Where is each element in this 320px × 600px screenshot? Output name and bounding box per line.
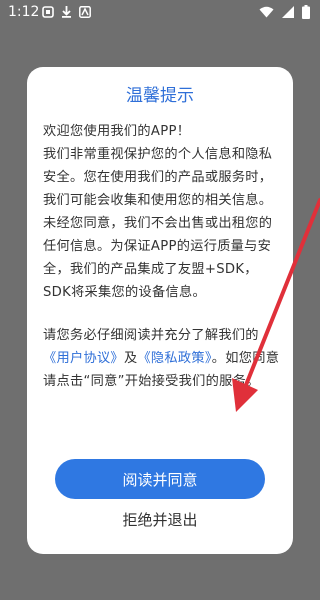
accept-button[interactable]: 阅读并同意 bbox=[55, 459, 265, 499]
and-text: 及 bbox=[123, 351, 138, 366]
dialog-title: 温馨提示 bbox=[126, 86, 194, 106]
privacy-policy-link[interactable]: 《隐私政策》 bbox=[137, 351, 211, 366]
intro-text: 欢迎您使用我们的APP！ bbox=[43, 124, 191, 139]
privacy-dialog: 温馨提示 欢迎您使用我们的APP！ 我们非常重视保护您的个人信息和隐私安全。您在… bbox=[27, 67, 293, 554]
download-icon bbox=[61, 5, 72, 22]
wifi-icon bbox=[259, 6, 274, 22]
signal-icon bbox=[282, 6, 294, 22]
notification-icon bbox=[42, 5, 54, 22]
battery-icon bbox=[302, 5, 310, 23]
app-icon bbox=[79, 5, 91, 22]
dialog-body: 欢迎您使用我们的APP！ 我们非常重视保护您的个人信息和隐私安全。您在使用我们的… bbox=[43, 120, 283, 393]
decline-button[interactable]: 拒绝并退出 bbox=[27, 509, 293, 530]
consent-paragraph: 请您务必仔细阅读并充分了解我们的《用户协议》及《隐私政策》。如您同意请点击“同意… bbox=[43, 324, 283, 393]
consent-text-start: 请您务必仔细阅读并充分了解我们的 bbox=[43, 328, 259, 343]
status-right-icons bbox=[259, 5, 310, 23]
status-bar: 1:12 bbox=[0, 0, 320, 24]
privacy-paragraph: 我们非常重视保护您的个人信息和隐私安全。您在使用我们的产品或服务时，我们可能会收… bbox=[43, 147, 273, 300]
status-time: 1:12 bbox=[8, 4, 40, 20]
status-left-icons bbox=[42, 5, 91, 22]
user-agreement-link[interactable]: 《用户协议》 bbox=[43, 351, 124, 366]
